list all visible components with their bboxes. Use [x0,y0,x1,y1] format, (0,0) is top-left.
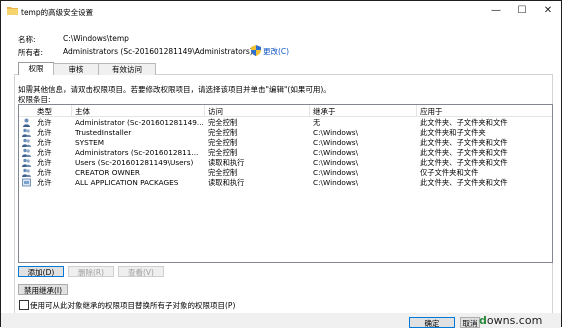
row-applies: 此文件夹、子文件夹和文件 [420,148,508,157]
row-applies: 仅子文件夹和文件 [420,168,479,177]
row-inherited: C:\Windows\ [313,148,359,157]
user-icon [23,118,30,127]
row-inherited: C:\Windows\ [313,178,359,187]
title-bar: temp的高级安全设置 — ☐ ✕ [1,1,561,23]
add-button[interactable]: 添加(D) [18,266,64,277]
maximize-button[interactable]: ☐ [509,3,535,19]
row-applies: 此文件夹、子文件夹和文件 [420,138,508,147]
advanced-security-window: temp的高级安全设置 — ☐ ✕ 名称: C:\Windows\temp 所有… [0,0,562,328]
permission-entries-list[interactable]: 类型 主体 访问 继承于 应用于 允许 Administrator (Sc-20… [18,104,553,263]
watermark-text: owns.com [486,314,543,327]
column-access[interactable]: 访问 [208,106,223,117]
owner-value: Administrators (Sc-201601281149\Administ… [63,47,253,56]
name-value: C:\Windows\temp [63,34,129,43]
owner-label: 所有者: [18,48,44,57]
tab-permissions[interactable]: 权限 [18,62,54,75]
row-applies: 此文件夹、子文件夹和文件 [420,178,508,187]
window-title: temp的高级安全设置 [21,8,94,17]
table-row[interactable]: 允许 CREATOR OWNER 完全控制 C:\Windows\ 仅子文件夹和… [19,168,552,177]
table-row[interactable]: 允许 ALL APPLICATION PACKAGES 读取和执行 C:\Win… [19,178,552,187]
row-applies: 此文件夹、子文件夹和文件 [420,158,508,167]
remove-button[interactable]: 删除(R) [68,266,114,277]
tab-auditing[interactable]: 审核 [53,63,99,75]
row-access: 完全控制 [208,118,238,127]
package-icon [22,178,31,187]
row-access: 读取和执行 [208,178,245,187]
group-icon [22,158,31,167]
row-principal: TrustedInstaller [75,128,132,137]
row-principal: ALL APPLICATION PACKAGES [75,178,179,187]
row-access: 读取和执行 [208,158,245,167]
row-principal: Users (Sc-201601281149\Users) [75,158,194,167]
row-type: 允许 [37,138,52,147]
group-icon [22,128,31,137]
disable-inheritance-button[interactable]: 禁用继承(I) [18,284,68,295]
column-inherited-from[interactable]: 继承于 [313,106,336,117]
folder-icon [7,7,18,15]
column-applies-to[interactable]: 应用于 [420,106,443,117]
table-row[interactable]: 允许 TrustedInstaller 完全控制 C:\Windows\ 此文件… [19,128,552,137]
row-inherited: C:\Windows\ [313,168,359,177]
group-icon [22,148,31,157]
table-row[interactable]: 允许 Administrator (Sc-201601281149... 完全控… [19,118,552,127]
table-row[interactable]: 允许 SYSTEM 完全控制 C:\Windows\ 此文件夹、子文件夹和文件 [19,138,552,147]
row-type: 允许 [37,158,52,167]
row-principal: Administrators (Sc-2016012811... [75,148,199,157]
row-type: 允许 [37,178,52,187]
row-type: 允许 [37,118,52,127]
column-type[interactable]: 类型 [37,106,52,117]
row-principal: SYSTEM [75,138,105,147]
row-inherited: 无 [313,118,321,127]
row-access: 完全控制 [208,168,238,177]
downs-watermark: downs.com [479,314,543,327]
table-row[interactable]: 允许 Administrators (Sc-2016012811... 完全控制… [19,148,552,157]
row-type: 允许 [37,168,52,177]
column-principal[interactable]: 主体 [75,106,90,117]
name-label: 名称: [18,35,36,44]
replace-child-permissions-label: 使用可从此对象继承的权限项目替换所有子对象的权限项目(P) [30,301,236,310]
row-applies: 此文件夹和子文件夹 [420,128,486,137]
list-header: 类型 主体 访问 继承于 应用于 [19,105,552,117]
row-principal: Administrator (Sc-201601281149... [75,118,204,127]
row-applies: 此文件夹、子文件夹和文件 [420,118,508,127]
row-access: 完全控制 [208,128,238,137]
close-button[interactable]: ✕ [535,3,561,19]
row-type: 允许 [37,128,52,137]
row-access: 完全控制 [208,148,238,157]
view-button[interactable]: 查看(V) [118,266,164,277]
row-access: 完全控制 [208,138,238,147]
row-principal: CREATOR OWNER [75,168,140,177]
table-row[interactable]: 允许 Users (Sc-201601281149\Users) 读取和执行 C… [19,158,552,167]
uac-shield-icon [251,45,261,56]
group-icon [22,168,31,177]
minimize-button[interactable]: — [483,3,509,19]
row-inherited: C:\Windows\ [313,138,359,147]
row-inherited: C:\Windows\ [313,158,359,167]
tab-effective-access[interactable]: 有效访问 [98,63,156,75]
group-icon [22,138,31,147]
change-owner-link[interactable]: 更改(C) [263,46,289,57]
row-inherited: C:\Windows\ [313,128,359,137]
instructions-text: 如需其他信息，请双击权限项目。若要修改权限项目，请选择该项目并单击"编辑"(如果… [18,85,331,94]
replace-child-permissions-checkbox[interactable] [19,300,29,310]
ok-button[interactable]: 确定 [409,317,455,328]
row-type: 允许 [37,148,52,157]
cancel-button[interactable]: 取消 [460,317,480,328]
